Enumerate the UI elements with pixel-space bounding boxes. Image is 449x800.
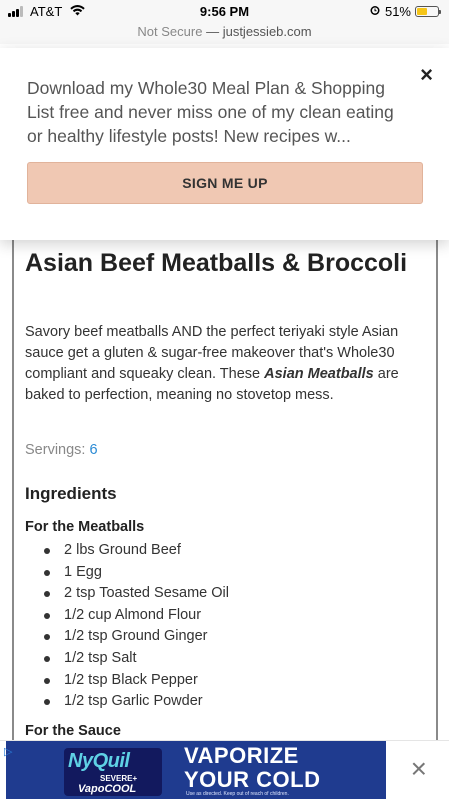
ad-image[interactable]: NyQuil SEVERE+ VapoCOOL VAPORIZE YOUR CO…: [6, 741, 386, 799]
ad-brand-sub: SEVERE+: [100, 774, 138, 783]
status-right: 51%: [369, 4, 441, 19]
url-domain: justjessieb.com: [222, 24, 312, 39]
status-bar: AT&T 9:56 PM 51%: [0, 0, 449, 24]
battery-icon: [415, 6, 441, 17]
ad-headline-line2: YOUR COLD: [184, 767, 321, 792]
ingredient-item: 1/2 cup Almond Flour: [25, 605, 229, 627]
ad-close-icon[interactable]: ×: [411, 755, 427, 783]
meatballs-group-heading: For the Meatballs: [25, 519, 145, 535]
security-status: Not Secure: [137, 24, 203, 39]
ingredients-heading: Ingredients: [25, 484, 117, 503]
battery-level: [417, 8, 428, 15]
ad-brand-variant: VapoCOOL: [78, 783, 137, 795]
sign-me-up-button[interactable]: SIGN ME UP: [27, 162, 423, 204]
ingredient-item: 1/2 tsp Garlic Powder: [25, 691, 229, 713]
alarm-icon: [369, 4, 381, 19]
servings-label: Servings:: [25, 442, 90, 458]
ingredient-item: 2 lbs Ground Beef: [25, 540, 229, 562]
servings: Servings: 6: [25, 442, 98, 458]
ad-brand: NyQuil: [68, 750, 130, 772]
ingredient-item: 1 Egg: [25, 562, 229, 584]
ingredient-item: 2 tsp Toasted Sesame Oil: [25, 583, 229, 605]
sauce-group-heading: For the Sauce: [25, 723, 121, 739]
url-bar[interactable]: Not Secure — justjessieb.com: [0, 24, 449, 44]
close-icon[interactable]: ×: [420, 62, 433, 88]
popup-message: Download my Whole30 Meal Plan & Shopping…: [27, 78, 394, 146]
ad-headline-line1: VAPORIZE: [184, 743, 299, 768]
ingredient-item: 1/2 tsp Salt: [25, 648, 229, 670]
ad-fine-print: Use as directed. Keep out of reach of ch…: [186, 791, 289, 797]
url-separator: —: [202, 24, 223, 39]
description-emphasis: Asian Meatballs: [264, 366, 374, 382]
newsletter-popup: Download my Whole30 Meal Plan & Shopping…: [0, 48, 449, 240]
ad-banner: NyQuil SEVERE+ VapoCOOL VAPORIZE YOUR CO…: [0, 740, 449, 800]
nyquil-logo-box: NyQuil SEVERE+ VapoCOOL: [64, 748, 162, 796]
ingredient-list: 2 lbs Ground Beef 1 Egg 2 tsp Toasted Se…: [25, 540, 229, 713]
servings-value[interactable]: 6: [89, 442, 97, 458]
battery-percent: 51%: [384, 4, 411, 19]
recipe-title: Asian Beef Meatballs & Broccoli: [25, 249, 408, 277]
recipe-card: Asian Beef Meatballs & Broccoli Savory b…: [12, 238, 438, 758]
recipe-description: Savory beef meatballs AND the perfect te…: [25, 322, 417, 406]
ingredient-item: 1/2 tsp Black Pepper: [25, 670, 229, 692]
adchoices-icon[interactable]: ▷: [4, 745, 12, 758]
ingredient-item: 1/2 tsp Ground Ginger: [25, 626, 229, 648]
